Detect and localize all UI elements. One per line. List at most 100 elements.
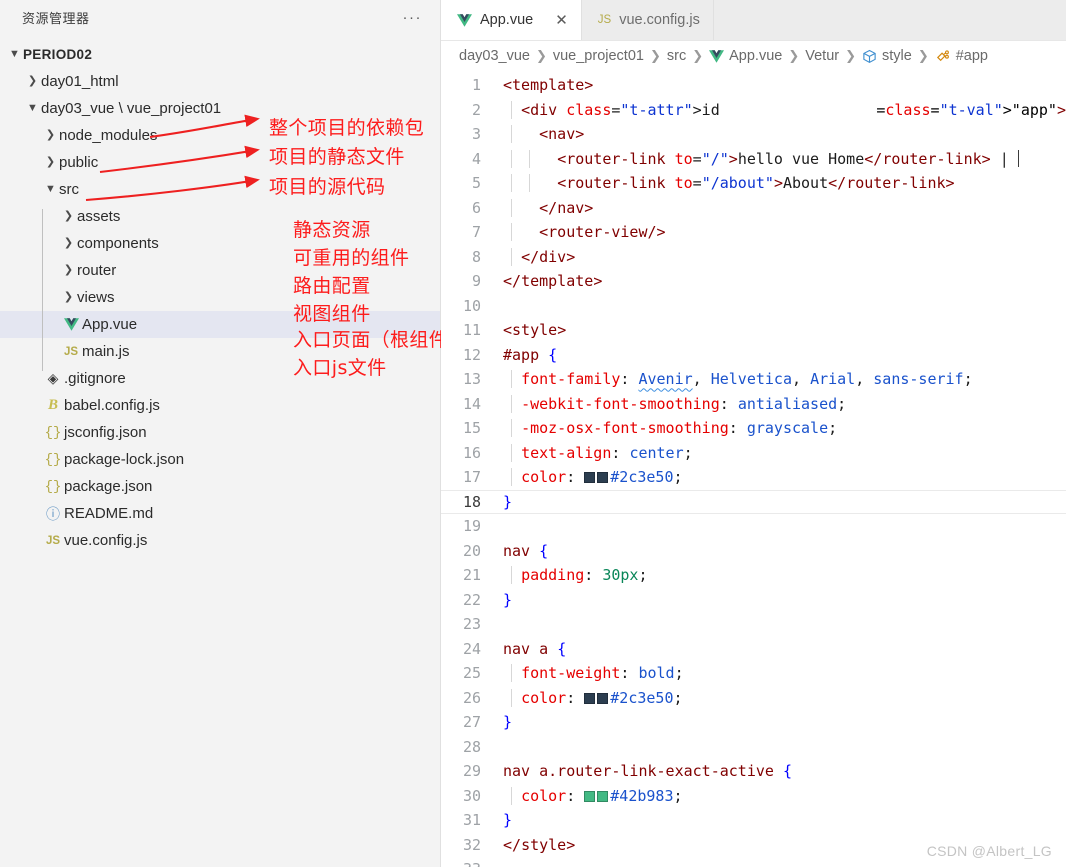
chevron-down-icon[interactable]: ▼ — [42, 184, 59, 195]
chevron-right-icon[interactable]: ❯ — [60, 211, 77, 222]
tree-item-label: day01_html — [41, 73, 119, 90]
file-tree-item[interactable]: App.vue — [0, 311, 440, 338]
babel-icon: B — [47, 397, 58, 413]
line-number: 18 — [462, 492, 481, 511]
line-number: 28 — [462, 737, 481, 756]
tree-item-label: package-lock.json — [64, 451, 185, 468]
line-number: 8 — [471, 247, 481, 266]
code-line: 30 color: #42b983; — [441, 784, 1066, 809]
breadcrumb-item[interactable]: Vetur — [805, 48, 839, 64]
chevron-right-icon[interactable]: ❯ — [42, 157, 59, 168]
code-line-text: nav a.router-link-exact-active { — [503, 762, 792, 781]
tree-item-label: PERIOD02 — [23, 47, 93, 62]
json-icon: {} — [44, 451, 62, 468]
breadcrumb-label: style — [882, 48, 912, 64]
tree-item-label: main.js — [82, 343, 130, 360]
breadcrumb-separator: ❯ — [917, 48, 929, 63]
line-number: 17 — [462, 468, 481, 487]
chevron-right-icon[interactable]: ❯ — [60, 292, 77, 303]
breadcrumb-label: src — [666, 48, 687, 64]
code-line-text: color: #2c3e50; — [503, 688, 1066, 707]
code-line: 5 <router-link to="/about">About</router… — [441, 171, 1066, 196]
folder-tree-item[interactable]: ❯ public — [0, 149, 440, 176]
breadcrumb-label: Vetur — [805, 48, 840, 64]
chevron-down-icon[interactable]: ▼ — [24, 103, 41, 114]
vue-icon — [709, 49, 725, 63]
code-line: 4 <router-link to="/">hello vue Home</ro… — [441, 147, 1066, 172]
line-number: 2 — [471, 100, 481, 119]
code-line: 6 </nav> — [441, 196, 1066, 221]
tree-item-label: jsconfig.json — [64, 424, 147, 441]
line-number: 1 — [471, 76, 481, 95]
code-line: 19 — [441, 514, 1066, 539]
line-number: 33 — [441, 860, 503, 867]
code-line: 16 text-align: center; — [441, 441, 1066, 466]
line-number: 22 — [462, 590, 481, 609]
code-line: 3 <nav> — [441, 122, 1066, 147]
git-icon: ◈ — [47, 370, 59, 386]
line-number: 6 — [471, 198, 481, 217]
file-tree-item[interactable]: JS main.js — [0, 338, 440, 365]
chevron-right-icon[interactable]: ❯ — [60, 265, 77, 276]
color-swatch — [584, 790, 596, 802]
file-tree-item[interactable]: ⓘ README.md — [0, 500, 440, 527]
explorer-title: 资源管理器 — [22, 11, 90, 26]
folder-tree-item[interactable]: ❯ day01_html — [0, 68, 440, 95]
file-tree-item[interactable]: ◈ .gitignore — [0, 365, 440, 392]
line-number: 24 — [462, 639, 481, 658]
file-tree-item[interactable]: {} package.json — [0, 473, 440, 500]
folder-tree-item[interactable]: ▼ day03_vue \ vue_project01 — [0, 95, 440, 122]
folder-tree-item[interactable]: ▼ src — [0, 176, 440, 203]
vue-icon — [63, 318, 79, 331]
chevron-right-icon[interactable]: ❯ — [60, 238, 77, 249]
file-tree-item[interactable]: {} package-lock.json — [0, 446, 440, 473]
file-tree-item[interactable]: {} jsconfig.json — [0, 419, 440, 446]
code-line: 21 padding: 30px; — [441, 563, 1066, 588]
code-line: 7 <router-view/> — [441, 220, 1066, 245]
tree-item-label: src — [59, 181, 79, 198]
tree-item-label: README.md — [64, 505, 154, 522]
line-number: 3 — [471, 125, 481, 144]
code-line-text: } — [503, 811, 513, 830]
code-line: 13 font-family: Avenir, Helvetica, Arial… — [441, 367, 1066, 392]
file-tree-item[interactable]: Bbabel.config.js — [0, 392, 440, 419]
code-line: 17 color: #2c3e50; — [441, 465, 1066, 490]
folder-tree-item[interactable]: ❯ assets — [0, 203, 440, 230]
file-tree-item[interactable]: JS vue.config.js — [0, 527, 440, 554]
breadcrumb-item[interactable]: day03_vue — [459, 48, 530, 64]
code-line-text: -moz-osx-font-smoothing: grayscale; — [503, 419, 1066, 438]
code-line: 26 color: #2c3e50; — [441, 686, 1066, 711]
folder-tree-item[interactable]: ❯ router — [0, 257, 440, 284]
tab-label: App.vue — [480, 11, 534, 28]
chevron-down-icon[interactable]: ▼ — [6, 49, 23, 60]
close-icon[interactable]: ✕ — [555, 13, 568, 28]
folder-tree-item[interactable]: ❯ components — [0, 230, 440, 257]
code-line-text: <nav> — [503, 125, 1066, 144]
folder-tree-item[interactable]: ❯ node_modules — [0, 122, 440, 149]
breadcrumb-item[interactable]: vue_project01 — [553, 48, 644, 64]
code-line-text: <router-view/> — [503, 223, 1066, 242]
editor-tab[interactable]: App.vue ✕ — [441, 0, 582, 40]
code-line: 27} — [441, 710, 1066, 735]
code-line-text: <style> — [503, 321, 567, 340]
code-line: 2 <div class="t-attr">id = class = "t-val" >"… — [441, 98, 1066, 123]
chevron-right-icon[interactable]: ❯ — [24, 76, 41, 87]
code-line-text: nav { — [503, 541, 549, 560]
breadcrumb-item[interactable]: #app — [935, 48, 988, 64]
line-number: 20 — [462, 541, 481, 560]
breadcrumb-item[interactable]: style — [862, 48, 912, 64]
info-icon: ⓘ — [46, 505, 60, 522]
breadcrumb-item[interactable]: App.vue — [709, 48, 782, 64]
code-line-text: color: #42b983; — [503, 786, 1066, 805]
code-editor[interactable]: 1 <template> 2 <div class="t-attr">id = clas… — [441, 71, 1066, 867]
folder-tree-item[interactable]: ❯ views — [0, 284, 440, 311]
editor-tab[interactable]: JS vue.config.js — [581, 0, 714, 40]
folder-tree-item[interactable]: ▼ PERIOD02 — [0, 41, 440, 68]
more-actions-icon[interactable]: ··· — [403, 10, 423, 25]
code-line-text: nav a { — [503, 639, 567, 658]
breadcrumb-item[interactable]: src — [667, 48, 686, 64]
code-line: 28 — [441, 735, 1066, 760]
chevron-right-icon[interactable]: ❯ — [42, 130, 59, 141]
editor-pane: App.vue ✕ JS vue.config.js day03_vue ❯ vue_pr… — [441, 0, 1066, 867]
code-line-text: <router-link to="/about">About</router-l… — [503, 174, 1066, 193]
